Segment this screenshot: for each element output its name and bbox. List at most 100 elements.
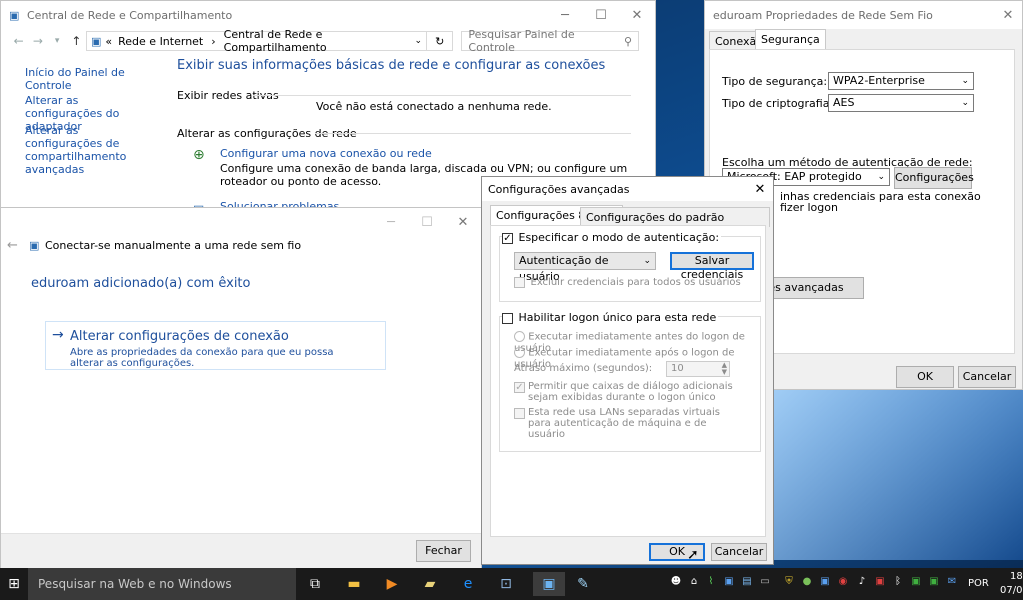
- clock-date[interactable]: 07/06: [1000, 585, 1023, 596]
- tab-80211[interactable]: Configurações do padrão 802.11: [580, 207, 770, 244]
- tray-app-icon[interactable]: ▭: [758, 576, 772, 590]
- desktop-wallpaper-light: [770, 380, 1023, 560]
- back-arrow-icon[interactable]: ←: [7, 238, 18, 253]
- tray-app-icon[interactable]: ▣: [818, 576, 832, 590]
- delete-credentials-label: Excluir credenciais para todos os usuári…: [530, 277, 741, 288]
- network-center-titlebar: ▣ Central de Rede e Compartilhamento ─ ☐…: [1, 1, 655, 29]
- network-icon: ▣: [29, 239, 40, 252]
- back-arrow-icon[interactable]: ←: [9, 34, 28, 48]
- tray-app-icon[interactable]: ◉: [836, 576, 850, 590]
- file-explorer-icon[interactable]: ▬: [342, 572, 366, 596]
- sso-checkbox-row[interactable]: Habilitar logon único para esta rede: [502, 311, 719, 324]
- delete-credentials-checkbox[interactable]: [514, 276, 525, 288]
- minimize-button[interactable]: ─: [547, 8, 583, 23]
- tray-person-icon[interactable]: ☻: [669, 576, 683, 590]
- minimize-button[interactable]: ─: [373, 215, 409, 230]
- save-credentials-button[interactable]: Salvar credenciais: [670, 252, 754, 281]
- tray-app-icon[interactable]: ▣: [927, 576, 941, 590]
- close-button[interactable]: ✕: [445, 215, 481, 230]
- taskbar-search-input[interactable]: Pesquisar na Web e no Windows: [28, 568, 296, 600]
- tray-shield-icon[interactable]: ⛨: [782, 576, 796, 590]
- security-type-select[interactable]: WPA2-Enterprise ⌄: [828, 72, 974, 90]
- not-connected-text: Você não está conectado a nenhuma rede.: [316, 100, 552, 113]
- advanced-settings-dialog: Configurações avançadas ✕ Configurações …: [481, 176, 774, 565]
- media-player-icon[interactable]: ▶: [380, 572, 404, 596]
- auth-mode-group: ✓ Especificar o modo de autenticação: Au…: [499, 231, 761, 302]
- divider: [315, 133, 631, 134]
- security-type-value: WPA2-Enterprise: [833, 74, 925, 87]
- dropdown-icon[interactable]: ▾: [48, 36, 67, 46]
- cancel-button[interactable]: Cancelar: [958, 366, 1016, 388]
- tab-security[interactable]: Segurança: [755, 29, 826, 51]
- folder-icon[interactable]: ▰: [418, 572, 442, 596]
- tray-app-icon[interactable]: ▤: [740, 576, 754, 590]
- change-connection-settings-link[interactable]: → Alterar configurações de conexão Abre …: [45, 321, 386, 370]
- notepad-icon[interactable]: ✎: [571, 572, 595, 596]
- advanced-tab-panel: ✓ Especificar o modo de autenticação: Au…: [490, 225, 766, 537]
- auth-mode-select[interactable]: Autenticação de usuário ⌄: [514, 252, 656, 283]
- separate-vlans-checkbox[interactable]: [514, 408, 525, 419]
- refresh-button[interactable]: ↻: [427, 31, 454, 51]
- search-input[interactable]: Pesquisar Painel de Controle ⚲: [461, 28, 640, 54]
- taskbar: ⊞ Pesquisar na Web e no Windows ⧉ ▬ ▶ ▰ …: [0, 568, 1023, 600]
- window-title: Central de Rede e Compartilhamento: [27, 8, 233, 22]
- breadcrumb-network-internet[interactable]: Rede e Internet: [118, 35, 203, 48]
- up-arrow-icon[interactable]: ↑: [67, 34, 86, 48]
- sso-checkbox[interactable]: [502, 312, 513, 324]
- breadcrumb-network-center[interactable]: Central de Rede e Compartilhamento: [224, 28, 415, 54]
- tray-app-icon[interactable]: ✉: [945, 576, 959, 590]
- network-app-icon[interactable]: ⊡: [494, 572, 518, 596]
- close-button[interactable]: ✕: [619, 8, 655, 23]
- separate-vlans-label: Esta rede usa LANs separadas virtuais pa…: [528, 407, 720, 440]
- tray-app-icon[interactable]: ▣: [722, 576, 736, 590]
- arrow-right-icon: →: [52, 327, 64, 343]
- chevron-down-icon: ⌄: [961, 76, 969, 86]
- separate-vlans-row: Esta rede usa LANs separadas virtuais pa…: [514, 407, 734, 440]
- close-button[interactable]: ✕: [747, 182, 773, 197]
- divider: [253, 95, 631, 96]
- language-indicator[interactable]: POR: [968, 578, 989, 589]
- security-type-label: Tipo de segurança:: [722, 75, 828, 88]
- ok-button[interactable]: OK: [896, 366, 954, 388]
- maximize-button[interactable]: ☐: [409, 215, 445, 230]
- after-logon-radio[interactable]: [514, 347, 525, 358]
- tray-wifi-icon[interactable]: ⌇: [704, 576, 718, 590]
- manual-connect-window: ─ ☐ ✕ ← ▣ Conectar-se manualmente a uma …: [0, 207, 482, 569]
- specify-auth-checkbox[interactable]: ✓: [502, 232, 513, 244]
- delete-credentials-row: Excluir credenciais para todos os usuári…: [514, 275, 741, 288]
- chevron-down-icon: ⌄: [643, 256, 651, 266]
- control-panel-icon[interactable]: ▣: [533, 572, 565, 596]
- chevron-down-icon: ⌄: [877, 169, 885, 185]
- cancel-button[interactable]: Cancelar: [711, 543, 767, 561]
- edge-browser-icon[interactable]: e: [456, 572, 480, 596]
- specify-auth-checkbox-row[interactable]: ✓ Especificar o modo de autenticação:: [502, 231, 722, 244]
- encryption-type-select[interactable]: AES ⌄: [828, 94, 974, 112]
- windows-start-icon[interactable]: ⊞: [2, 572, 26, 596]
- action-title: Alterar configurações de conexão: [70, 329, 289, 344]
- action-description: Abre as propriedades da conexão para que…: [70, 347, 334, 369]
- chevron-down-icon[interactable]: ⌄: [415, 36, 423, 46]
- close-button[interactable]: ✕: [994, 8, 1022, 23]
- bluetooth-icon[interactable]: ᛒ: [891, 576, 905, 590]
- close-dialog-button[interactable]: Fechar: [416, 540, 471, 562]
- tray-app-icon[interactable]: ▣: [909, 576, 923, 590]
- task-view-icon[interactable]: ⧉: [303, 572, 327, 596]
- maximize-button[interactable]: ☐: [583, 8, 619, 23]
- sidebar-item-control-panel-home[interactable]: Início do Painel de Controle: [25, 66, 155, 92]
- tray-usb-icon[interactable]: ⌂: [687, 576, 701, 590]
- dialog-title: Configurações avançadas: [488, 182, 630, 196]
- tray-app-icon[interactable]: ●: [800, 576, 814, 590]
- sidebar-item-sharing-settings[interactable]: Alterar as configurações de compartilham…: [25, 124, 155, 176]
- forward-arrow-icon[interactable]: →: [28, 34, 47, 48]
- max-delay-spinner[interactable]: 10 ▲ ▼: [666, 361, 730, 377]
- setup-connection-link[interactable]: Configurar uma nova conexão ou rede: [220, 147, 432, 160]
- address-bar[interactable]: ▣ « Rede e Internet › Central de Rede e …: [86, 28, 428, 54]
- configurations-button[interactable]: Configurações: [894, 167, 974, 189]
- volume-icon[interactable]: ♪: [855, 576, 869, 590]
- allow-dialogs-checkbox[interactable]: ✓: [514, 382, 525, 393]
- before-logon-radio[interactable]: [514, 331, 525, 342]
- tray-app-icon[interactable]: ▣: [873, 576, 887, 590]
- breadcrumb-separator: ›: [211, 34, 216, 48]
- clock-time[interactable]: 18: [1010, 571, 1023, 582]
- allow-dialogs-label: Permitir que caixas de diálogo adicionai…: [528, 381, 733, 403]
